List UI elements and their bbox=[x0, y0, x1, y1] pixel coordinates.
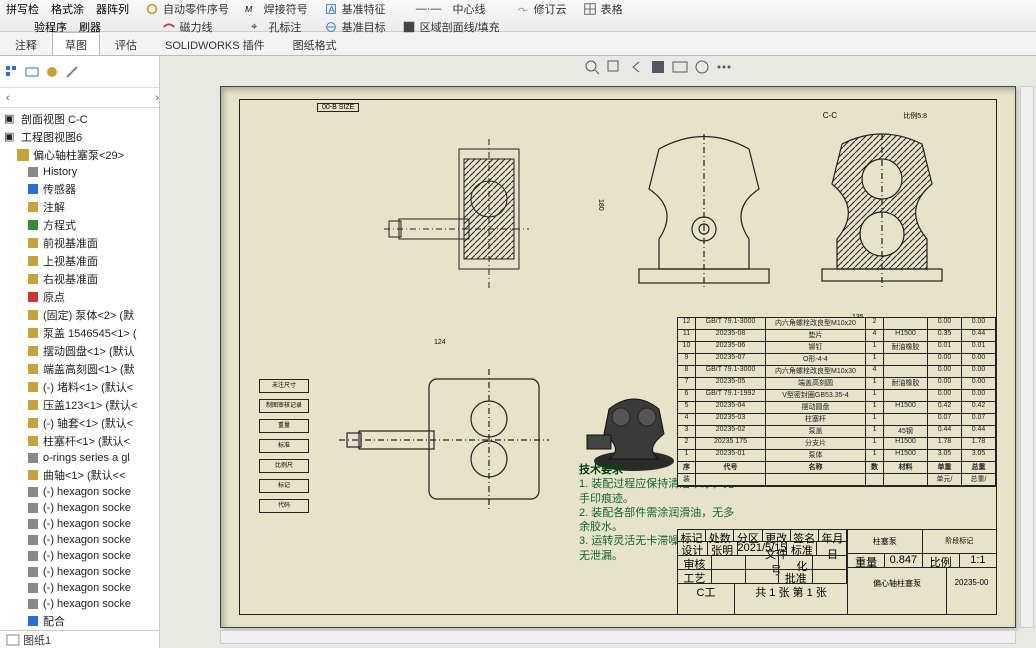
tree-item[interactable]: (-) hexagon socke bbox=[0, 596, 159, 612]
datum-feature-button[interactable]: A基准特征 bbox=[324, 1, 386, 17]
tree-item[interactable]: 压盖123<1> (默认< bbox=[0, 396, 159, 414]
panel-breadcrumb: ‹ › bbox=[0, 88, 159, 108]
feature-tree[interactable]: ▣剖面视图 C-C ▣工程图视图6 偏心轴柱塞泵<29> History传感器注… bbox=[0, 108, 159, 630]
display-style-icon[interactable] bbox=[671, 58, 689, 76]
side-label: 标准 bbox=[259, 439, 309, 453]
tree-icon[interactable] bbox=[4, 64, 20, 80]
tree-root-assembly[interactable]: 偏心轴柱塞泵<29> bbox=[0, 146, 159, 164]
tree-item[interactable]: (-) 轴套<1> (默认< bbox=[0, 414, 159, 432]
drawing-canvas[interactable]: 00-B SIZE C-C 比例5:8 bbox=[160, 56, 1036, 648]
dim-a: 124 bbox=[434, 339, 446, 346]
ribbon-group-left: 拼写检 格式涂 器阵列 验程序 刷器 bbox=[6, 1, 129, 35]
side-label-column: 未注尺寸制图审核记录重量标准比例尺标记代码 bbox=[259, 379, 309, 519]
side-label: 未注尺寸 bbox=[259, 379, 309, 393]
centerline-button[interactable]: —·— 中心线 bbox=[416, 1, 486, 17]
tree-item[interactable]: (-) hexagon socke bbox=[0, 548, 159, 564]
prop-icon[interactable] bbox=[64, 64, 80, 80]
tree-drawing-view[interactable]: ▣工程图视图6 bbox=[0, 128, 159, 146]
section-view-c: 135 bbox=[807, 129, 957, 309]
tree-section-view[interactable]: ▣剖面视图 C-C bbox=[0, 110, 159, 128]
svg-text:A: A bbox=[328, 5, 335, 16]
chevron-right-icon[interactable]: › bbox=[155, 92, 159, 104]
command-tabs: 注释 草图 评估 SOLIDWORKS 插件 图纸格式 bbox=[0, 32, 1036, 56]
side-label: 重量 bbox=[259, 419, 309, 433]
zoom-area-icon[interactable] bbox=[605, 58, 623, 76]
section-label: C-C bbox=[823, 111, 837, 120]
zoom-fit-icon[interactable] bbox=[583, 58, 601, 76]
side-view: 124 bbox=[339, 349, 559, 529]
tree-item[interactable]: (-) hexagon socke bbox=[0, 564, 159, 580]
ribbon-btn[interactable]: 器阵列 bbox=[96, 1, 129, 17]
tree-item[interactable]: 方程式 bbox=[0, 216, 159, 234]
tree-item[interactable]: (-) hexagon socke bbox=[0, 516, 159, 532]
tree-item[interactable]: (-) hexagon socke bbox=[0, 580, 159, 596]
more-icon[interactable] bbox=[715, 58, 733, 76]
vertical-scrollbar[interactable] bbox=[1020, 86, 1034, 628]
heads-up-toolbar bbox=[583, 58, 733, 76]
tree-item[interactable]: (-) 堵料<1> (默认< bbox=[0, 378, 159, 396]
sheet-tab[interactable]: 图纸1 bbox=[0, 630, 159, 648]
side-label: 制图审核记录 bbox=[259, 399, 309, 413]
tab-annotate[interactable]: 注释 bbox=[2, 32, 50, 55]
side-label: 代码 bbox=[259, 499, 309, 513]
tree-item[interactable]: (固定) 泵体<2> (默 bbox=[0, 306, 159, 324]
config-icon[interactable] bbox=[44, 64, 60, 80]
dim-height: 180 bbox=[597, 199, 604, 211]
tree-item[interactable]: o-rings series a gl bbox=[0, 450, 159, 466]
tree-item[interactable]: 右视基准面 bbox=[0, 270, 159, 288]
ribbon-group-table: 表格 bbox=[583, 1, 623, 17]
chevron-left-icon[interactable]: ‹ bbox=[6, 92, 10, 104]
ribbon-btn[interactable]: 拼写检 bbox=[6, 1, 39, 17]
tree-item[interactable]: 摆动圆盘<1> (默认 bbox=[0, 342, 159, 360]
tree-item[interactable]: History bbox=[0, 164, 159, 180]
horizontal-scrollbar[interactable] bbox=[220, 630, 1016, 644]
side-label: 比例尺 bbox=[259, 459, 309, 473]
ribbon-group-weld: м 焊接符号 ⌖ 孔标注 bbox=[245, 1, 308, 35]
display-icon[interactable] bbox=[24, 64, 40, 80]
area-hatch-button[interactable]: 区域剖面线/填充 bbox=[402, 19, 500, 35]
tab-sheetformat[interactable]: 图纸格式 bbox=[280, 32, 350, 55]
tree-item[interactable]: 端盖高刻圆<1> (默 bbox=[0, 360, 159, 378]
drawing-sheet: 00-B SIZE C-C 比例5:8 bbox=[220, 86, 1016, 628]
bom-table: 12GB/T 79.1-3000内六角螺栓改良型M10x2020.000.001… bbox=[677, 317, 997, 487]
tree-item[interactable]: 前视基准面 bbox=[0, 234, 159, 252]
tree-item[interactable]: 柱塞杆<1> (默认< bbox=[0, 432, 159, 450]
panel-toolbar bbox=[0, 56, 159, 88]
tree-item[interactable]: 注解 bbox=[0, 198, 159, 216]
side-label: 标记 bbox=[259, 479, 309, 493]
scale-right: 比例5:8 bbox=[903, 111, 927, 121]
ribbon-group-datum: A基准特征 基准目标 bbox=[324, 1, 386, 35]
title-block: 标记处数分区更改文件号签名年月日 设计张明2021/5/15标准化审核工艺批准 … bbox=[677, 529, 997, 615]
ribbon-group-balloon: 自动零件序号 磁力线 bbox=[145, 1, 229, 35]
tree-item[interactable]: 原点 bbox=[0, 288, 159, 306]
ribbon-group-rev: 修订云 bbox=[516, 1, 567, 17]
ribbon-group-center: —·— 中心线 区域剖面线/填充 bbox=[402, 1, 500, 35]
tree-item[interactable]: (-) hexagon socke bbox=[0, 500, 159, 516]
feature-tree-panel: ‹ › ▣剖面视图 C-C ▣工程图视图6 偏心轴柱塞泵<29> History… bbox=[0, 56, 160, 648]
tab-addins[interactable]: SOLIDWORKS 插件 bbox=[152, 32, 278, 55]
tab-sketch[interactable]: 草图 bbox=[52, 32, 100, 55]
weld-symbol-button[interactable]: м 焊接符号 bbox=[245, 1, 308, 17]
front-view: 180 bbox=[619, 129, 789, 309]
section-icon[interactable] bbox=[649, 58, 667, 76]
revision-cloud-button[interactable]: 修订云 bbox=[516, 1, 567, 17]
tree-item[interactable]: 上视基准面 bbox=[0, 252, 159, 270]
table-button[interactable]: 表格 bbox=[583, 1, 623, 17]
section-view-a bbox=[379, 129, 579, 299]
hide-show-icon[interactable] bbox=[693, 58, 711, 76]
scale-marker: 00-B SIZE bbox=[317, 103, 359, 112]
auto-balloon-button[interactable]: 自动零件序号 bbox=[145, 1, 229, 17]
tree-item[interactable]: 曲轴<1> (默认<< bbox=[0, 466, 159, 484]
tree-item[interactable]: 配合 bbox=[0, 612, 159, 630]
tree-item[interactable]: (-) hexagon socke bbox=[0, 532, 159, 548]
tree-item[interactable]: 泵盖 1546545<1> ( bbox=[0, 324, 159, 342]
ribbon-btn[interactable]: 格式涂 bbox=[51, 1, 84, 17]
tab-evaluate[interactable]: 评估 bbox=[102, 32, 150, 55]
ribbon: 拼写检 格式涂 器阵列 验程序 刷器 自动零件序号 磁力线 м 焊接符号 ⌖ 孔… bbox=[0, 0, 1036, 32]
tree-item[interactable]: (-) hexagon socke bbox=[0, 484, 159, 500]
prev-view-icon[interactable] bbox=[627, 58, 645, 76]
tree-item[interactable]: 传感器 bbox=[0, 180, 159, 198]
